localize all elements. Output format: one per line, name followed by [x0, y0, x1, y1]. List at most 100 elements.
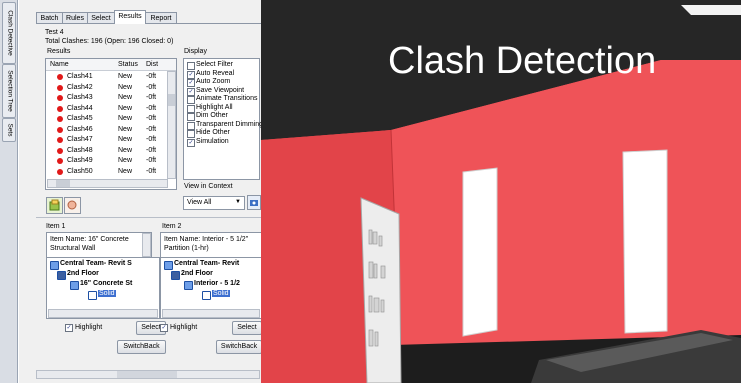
table-row[interactable]: Clash48 New -0ft — [46, 146, 166, 156]
results-vertical-scrollbar[interactable] — [167, 71, 176, 179]
clash-status[interactable]: New — [118, 104, 132, 114]
clash-name: Clash48 — [67, 146, 93, 154]
status-dot-icon — [57, 84, 63, 91]
display-option-checkbox[interactable] — [187, 62, 195, 70]
display-option-checkbox[interactable] — [187, 113, 195, 121]
scroll-thumb[interactable] — [117, 371, 177, 378]
clash-summary: Total Clashes: 196 (Open: 196 Closed: 0) — [45, 38, 174, 45]
display-option-checkbox[interactable]: ✓ — [187, 70, 195, 79]
chevron-down-icon: ▼ — [235, 199, 241, 205]
clash-status[interactable]: New — [118, 167, 132, 177]
display-option-checkbox[interactable] — [187, 121, 195, 130]
clash-status[interactable]: New — [118, 83, 132, 93]
results-group-label: Results — [47, 48, 71, 55]
table-row[interactable]: Clash50 New -0ft — [46, 167, 166, 177]
item1-tree-file[interactable]: Central Team- Revit S — [60, 260, 132, 267]
file-icon — [164, 261, 173, 270]
item2-highlight-label: Highlight — [170, 324, 198, 331]
display-option-checkbox[interactable]: ✓ — [187, 79, 195, 87]
3d-viewport[interactable]: Clash Detection — [261, 0, 741, 383]
table-row[interactable]: Clash46 New -0ft — [46, 125, 166, 135]
status-dot-icon — [57, 74, 63, 80]
clash-distance: -0ft — [146, 104, 157, 112]
clash-name: Clash49 — [67, 157, 93, 164]
display-option-checkbox[interactable] — [187, 130, 195, 138]
view-in-context-button[interactable] — [247, 195, 261, 210]
item2-tree-scrollbar[interactable] — [162, 309, 260, 318]
tab-results[interactable]: Results — [114, 10, 146, 24]
display-group-label: Display — [184, 48, 207, 55]
item2-select-button[interactable]: Select — [232, 321, 262, 335]
display-option-checkbox[interactable] — [187, 96, 195, 104]
table-row[interactable]: Clash45 New -0ft — [46, 114, 166, 124]
item1-properties: Item Name: 16" Concrete Structural Wall — [46, 232, 152, 258]
table-row[interactable]: Clash42 New -0ft — [46, 83, 166, 93]
table-row[interactable]: Clash44 New -0ft — [46, 104, 166, 114]
table-row[interactable]: Clash49 New -0ft — [46, 156, 166, 166]
dock-tab-strip: Clash Detective Selection Tree Sets — [0, 0, 18, 383]
side-tab-sets[interactable]: Sets — [2, 118, 16, 142]
side-tab-clash-detective[interactable]: Clash Detective — [2, 2, 16, 64]
display-option-checkbox[interactable] — [187, 104, 195, 113]
table-row[interactable]: Clash41 New -0ft — [46, 72, 166, 82]
table-row[interactable]: Clash43 New -0ft — [46, 93, 166, 103]
layer-icon — [57, 271, 66, 280]
side-tab-selection-tree[interactable]: Selection Tree — [2, 64, 16, 118]
item1-tree[interactable]: Central Team- Revit S 2nd Floor 16" Conc… — [46, 257, 160, 319]
item2-tree-element[interactable]: Interior - 5 1/2 — [194, 280, 240, 287]
file-icon — [50, 261, 59, 270]
display-option-label: Auto Reveal — [196, 69, 235, 77]
side-tab-label: Selection Tree — [6, 70, 14, 112]
results-header: Name Status Dist — [46, 59, 176, 71]
results-horizontal-scrollbar[interactable] — [47, 179, 168, 188]
display-option-label: Highlight All — [196, 103, 233, 111]
element-icon — [184, 281, 193, 290]
clash-status[interactable]: New — [118, 135, 132, 145]
clash-name: Clash47 — [67, 136, 93, 143]
clash-name: Clash46 — [67, 125, 93, 133]
item2-switchback-button[interactable]: SwitchBack — [216, 340, 262, 354]
scroll-thumb[interactable] — [56, 180, 70, 187]
item2-highlight-checkbox[interactable]: ✓ — [160, 324, 168, 332]
display-option-label: Save Viewpoint — [196, 86, 245, 94]
clash-name: Clash42 — [67, 83, 93, 91]
results-list[interactable]: Name Status Dist Clash41 New -0ft Clash42 Ne… — [45, 58, 177, 190]
display-option-label: Transparent Dimming — [196, 120, 264, 128]
ungroup-clashes-button[interactable] — [64, 197, 81, 214]
item1-tree-level[interactable]: 2nd Floor — [67, 270, 99, 277]
display-option-checkbox[interactable]: ✓ — [187, 87, 195, 96]
group-clashes-button[interactable] — [46, 197, 63, 214]
clash-status[interactable]: New — [118, 93, 132, 103]
clash-status[interactable]: New — [118, 72, 132, 82]
status-dot-icon — [57, 105, 63, 112]
clash-status[interactable]: New — [118, 114, 132, 124]
item1-tree-scrollbar[interactable] — [48, 309, 158, 318]
scroll-thumb[interactable] — [168, 94, 175, 106]
status-dot-icon — [57, 116, 63, 122]
item2-tree-level[interactable]: 2nd Floor — [181, 270, 213, 277]
column-name[interactable]: Name — [50, 61, 69, 68]
item2-tree[interactable]: Central Team- Revit 2nd Floor Interior -… — [160, 257, 262, 319]
display-option-label: Dim Other — [196, 112, 228, 119]
display-option-label: Select Filter — [196, 61, 233, 68]
display-option-checkbox[interactable]: ✓ — [187, 138, 195, 147]
view-camera-icon — [250, 200, 258, 206]
panel-horizontal-scrollbar[interactable] — [36, 370, 260, 379]
item2-tree-solid[interactable]: Solid — [212, 290, 230, 297]
item2-tree-file[interactable]: Central Team- Revit — [174, 260, 239, 267]
view-in-context-select[interactable]: View All ▼ — [183, 196, 245, 210]
item1-highlight-checkbox[interactable]: ✓ — [65, 324, 73, 332]
clash-status[interactable]: New — [118, 156, 132, 166]
column-dist[interactable]: Dist — [146, 61, 158, 68]
clash-status[interactable]: New — [118, 146, 132, 156]
clash-status[interactable]: New — [118, 125, 132, 135]
clash-name: Clash43 — [67, 94, 93, 101]
item1-switchback-button[interactable]: SwitchBack — [117, 340, 166, 354]
item1-tree-element[interactable]: 16" Concrete St — [80, 280, 132, 287]
column-status[interactable]: Status — [118, 61, 138, 68]
table-row[interactable]: Clash47 New -0ft — [46, 135, 166, 145]
item1-tree-solid[interactable]: Solid — [98, 290, 116, 297]
status-dot-icon — [57, 95, 63, 101]
clash-distance: -0ft — [146, 157, 157, 164]
item1-properties-scrollbar[interactable] — [142, 233, 151, 257]
